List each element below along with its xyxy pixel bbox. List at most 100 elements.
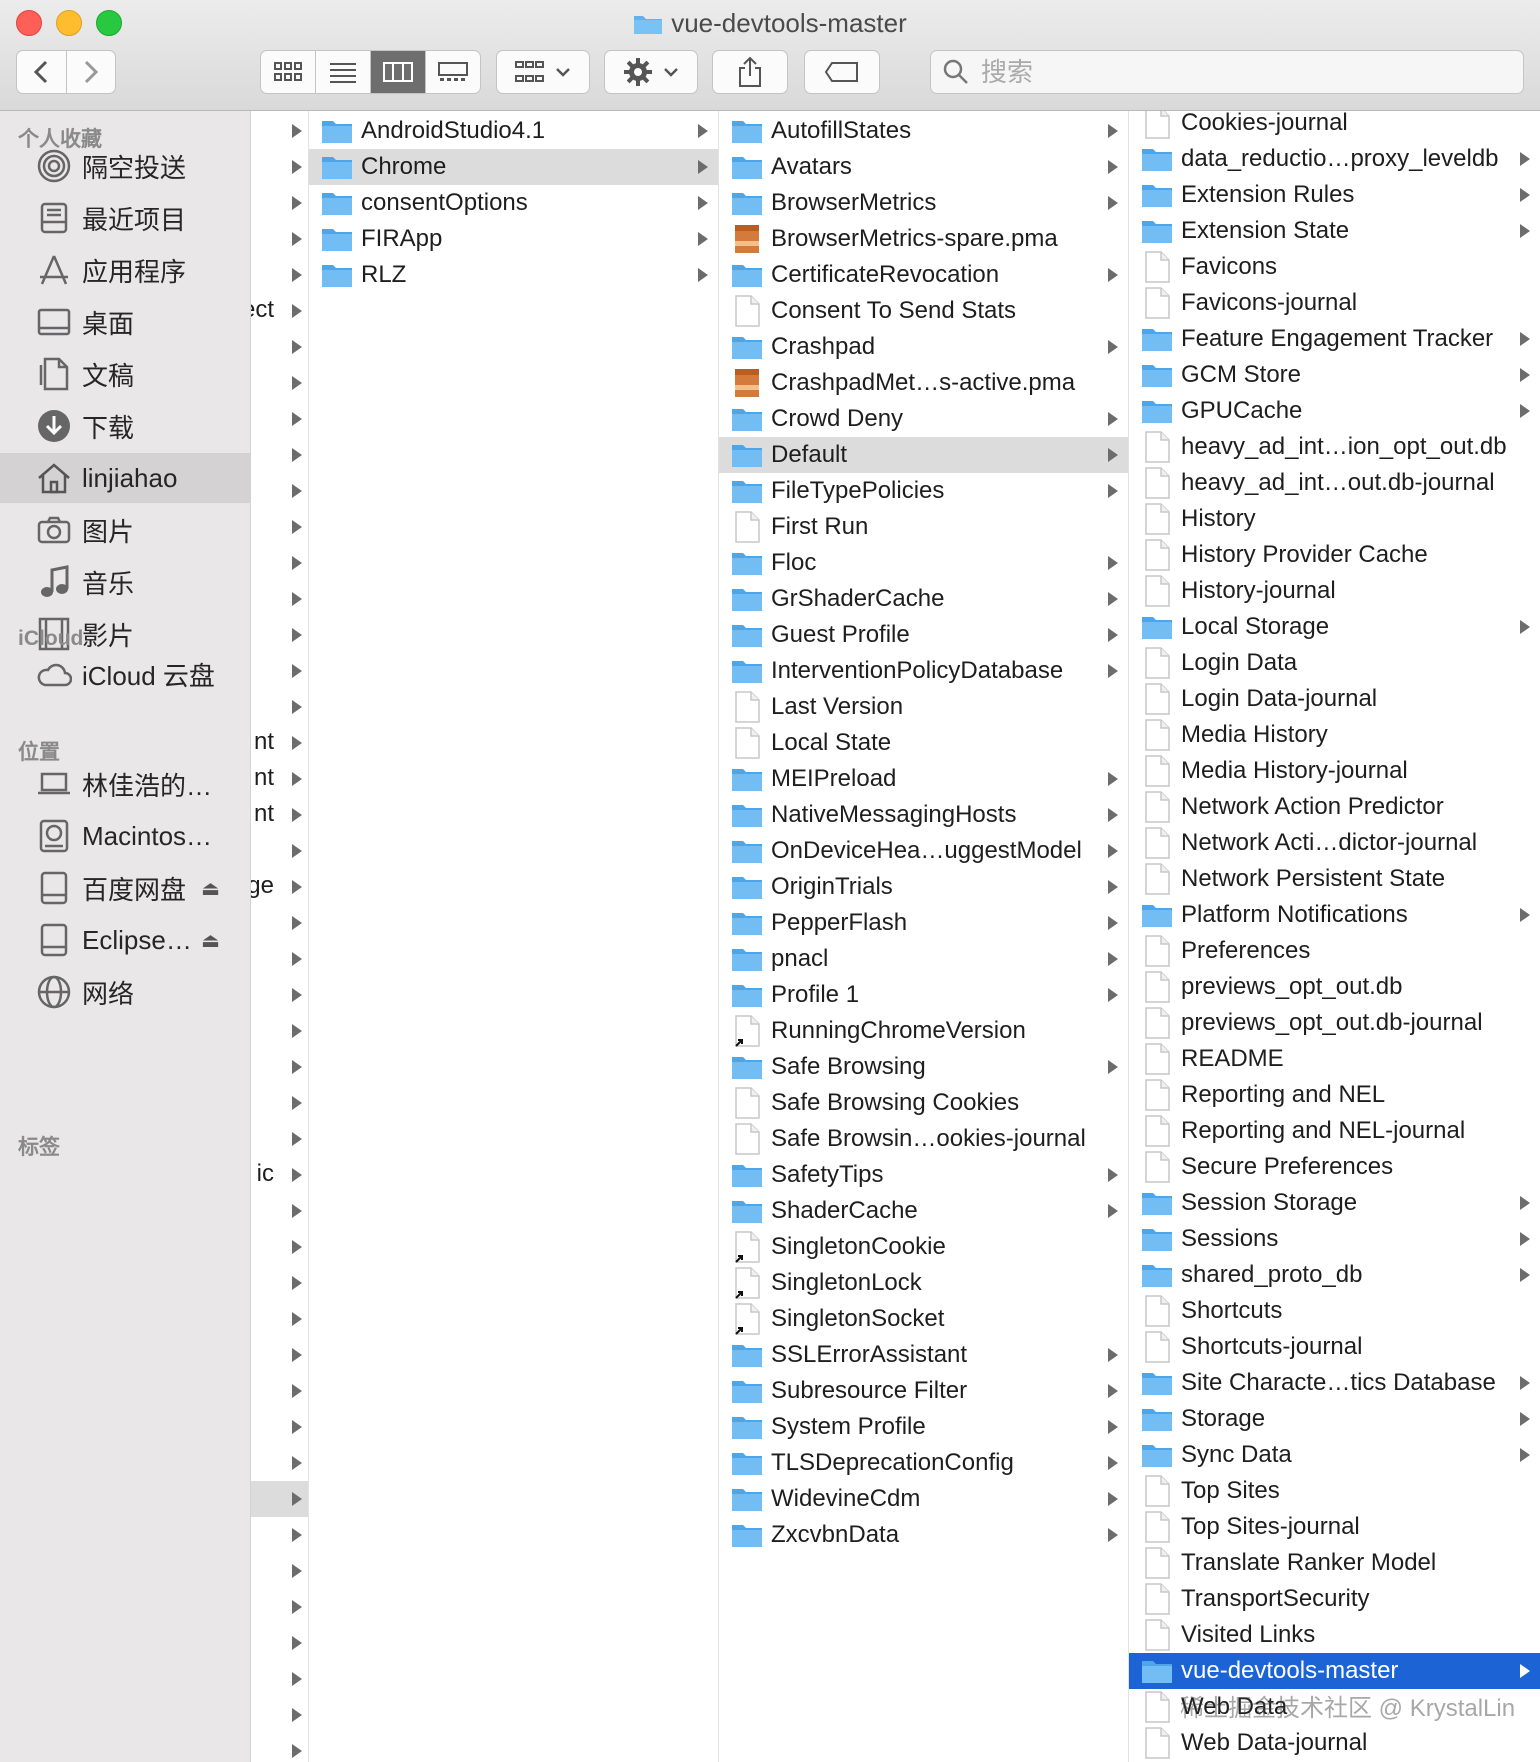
sidebar-item-baidu-disk[interactable]: 百度网盘 ⏏ bbox=[0, 863, 250, 913]
disclosure-arrow-icon[interactable] bbox=[292, 1600, 302, 1614]
disclosure-arrow-icon[interactable] bbox=[292, 304, 302, 318]
column-2[interactable]: AutofillStates Avatars BrowserMetrics Brows… bbox=[719, 111, 1129, 1762]
folder-row[interactable]: pnacl bbox=[719, 941, 1128, 977]
file-row[interactable]: History-journal bbox=[1129, 573, 1540, 609]
file-row[interactable]: Login Data-journal bbox=[1129, 681, 1540, 717]
sidebar-item-home[interactable]: linjiahao bbox=[0, 453, 250, 503]
folder-row[interactable]: BrowserMetrics bbox=[719, 185, 1128, 221]
file-row[interactable]: heavy_ad_int…ion_opt_out.db bbox=[1129, 429, 1540, 465]
disclosure-arrow-icon[interactable] bbox=[292, 1060, 302, 1074]
file-row[interactable]: Reporting and NEL-journal bbox=[1129, 1113, 1540, 1149]
folder-row[interactable]: ShaderCache bbox=[719, 1193, 1128, 1229]
file-row[interactable]: Shortcuts-journal bbox=[1129, 1329, 1540, 1365]
disclosure-arrow-icon[interactable] bbox=[292, 376, 302, 390]
file-row[interactable]: Visited Links bbox=[1129, 1617, 1540, 1653]
disclosure-arrow-icon[interactable] bbox=[292, 1708, 302, 1722]
group-by-button[interactable] bbox=[496, 50, 590, 94]
folder-row[interactable]: Sessions bbox=[1129, 1221, 1540, 1257]
folder-row[interactable]: AutofillStates bbox=[719, 113, 1128, 149]
folder-row[interactable]: Guest Profile bbox=[719, 617, 1128, 653]
sidebar-item-applications[interactable]: 应用程序 bbox=[0, 245, 250, 295]
disclosure-arrow-icon[interactable] bbox=[292, 1672, 302, 1686]
disclosure-arrow-icon[interactable] bbox=[292, 1240, 302, 1254]
column-0[interactable]: ect nt nt nt ge ic bbox=[251, 111, 309, 1762]
folder-row[interactable]: Platform Notifications bbox=[1129, 897, 1540, 933]
disclosure-arrow-icon[interactable] bbox=[292, 1168, 302, 1182]
folder-row[interactable]: Feature Engagement Tracker bbox=[1129, 321, 1540, 357]
file-row[interactable]: Media History bbox=[1129, 717, 1540, 753]
disclosure-arrow-icon[interactable] bbox=[292, 880, 302, 894]
file-row[interactable]: Translate Ranker Model bbox=[1129, 1545, 1540, 1581]
folder-row[interactable]: FIRApp bbox=[309, 221, 718, 257]
list-view-button[interactable] bbox=[316, 51, 371, 93]
disclosure-arrow-icon[interactable] bbox=[292, 1636, 302, 1650]
folder-row[interactable]: GrShaderCache bbox=[719, 581, 1128, 617]
disclosure-arrow-icon[interactable] bbox=[292, 952, 302, 966]
file-row[interactable]: Network Persistent State bbox=[1129, 861, 1540, 897]
file-row[interactable]: Media History-journal bbox=[1129, 753, 1540, 789]
folder-row[interactable]: Extension State bbox=[1129, 213, 1540, 249]
folder-row[interactable]: GCM Store bbox=[1129, 357, 1540, 393]
folder-row[interactable]: OriginTrials bbox=[719, 869, 1128, 905]
disclosure-arrow-icon[interactable] bbox=[292, 1420, 302, 1434]
disclosure-arrow-icon[interactable] bbox=[292, 988, 302, 1002]
disclosure-arrow-icon[interactable] bbox=[292, 1276, 302, 1290]
action-button[interactable] bbox=[604, 50, 698, 94]
disclosure-arrow-icon[interactable] bbox=[292, 1456, 302, 1470]
file-row[interactable]: TransportSecurity bbox=[1129, 1581, 1540, 1617]
disclosure-arrow-icon[interactable] bbox=[292, 592, 302, 606]
disclosure-arrow-icon[interactable] bbox=[292, 1312, 302, 1326]
file-row[interactable]: Network Action Predictor bbox=[1129, 789, 1540, 825]
forward-button[interactable] bbox=[67, 51, 116, 93]
file-row[interactable]: previews_opt_out.db-journal bbox=[1129, 1005, 1540, 1041]
file-row[interactable]: SingletonSocket bbox=[719, 1301, 1128, 1337]
sidebar-item-eclipse[interactable]: Eclipse… ⏏ bbox=[0, 915, 250, 965]
disclosure-arrow-icon[interactable] bbox=[292, 1564, 302, 1578]
disclosure-arrow-icon[interactable] bbox=[292, 1024, 302, 1038]
folder-row[interactable]: RLZ bbox=[309, 257, 718, 293]
folder-row[interactable]: Crowd Deny bbox=[719, 401, 1128, 437]
file-row[interactable]: History Provider Cache bbox=[1129, 537, 1540, 573]
tags-button[interactable] bbox=[804, 50, 880, 94]
disclosure-arrow-icon[interactable] bbox=[292, 628, 302, 642]
folder-row[interactable]: Default bbox=[719, 437, 1128, 473]
disclosure-arrow-icon[interactable] bbox=[292, 1492, 302, 1506]
file-row[interactable]: Login Data bbox=[1129, 645, 1540, 681]
sidebar-item-desktop[interactable]: 桌面 bbox=[0, 297, 250, 347]
folder-row[interactable]: SSLErrorAssistant bbox=[719, 1337, 1128, 1373]
folder-row[interactable]: SafetyTips bbox=[719, 1157, 1128, 1193]
disclosure-arrow-icon[interactable] bbox=[292, 520, 302, 534]
folder-row[interactable]: CertificateRevocation bbox=[719, 257, 1128, 293]
file-row[interactable]: BrowserMetrics-spare.pma bbox=[719, 221, 1128, 257]
disclosure-arrow-icon[interactable] bbox=[292, 1132, 302, 1146]
disclosure-arrow-icon[interactable] bbox=[292, 772, 302, 786]
disclosure-arrow-icon[interactable] bbox=[292, 484, 302, 498]
folder-row[interactable]: NativeMessagingHosts bbox=[719, 797, 1128, 833]
folder-row[interactable]: WidevineCdm bbox=[719, 1481, 1128, 1517]
folder-row[interactable]: Site Characte…tics Database bbox=[1129, 1365, 1540, 1401]
folder-row[interactable]: Session Storage bbox=[1129, 1185, 1540, 1221]
disclosure-arrow-icon[interactable] bbox=[292, 340, 302, 354]
file-row[interactable]: Reporting and NEL bbox=[1129, 1077, 1540, 1113]
file-row[interactable]: History bbox=[1129, 501, 1540, 537]
disclosure-arrow-icon[interactable] bbox=[292, 700, 302, 714]
file-row[interactable]: SingletonCookie bbox=[719, 1229, 1128, 1265]
folder-row[interactable]: GPUCache bbox=[1129, 393, 1540, 429]
disclosure-arrow-icon[interactable] bbox=[292, 196, 302, 210]
folder-row[interactable]: Chrome bbox=[309, 149, 718, 185]
sidebar-item-airdrop[interactable]: 隔空投送 bbox=[0, 141, 250, 191]
folder-row[interactable]: System Profile bbox=[719, 1409, 1128, 1445]
file-row[interactable]: Top Sites bbox=[1129, 1473, 1540, 1509]
disclosure-arrow-icon[interactable] bbox=[292, 412, 302, 426]
eject-icon[interactable]: ⏏ bbox=[201, 876, 220, 901]
folder-row[interactable]: Storage bbox=[1129, 1401, 1540, 1437]
disclosure-arrow-icon[interactable] bbox=[292, 268, 302, 282]
folder-row[interactable]: AndroidStudio4.1 bbox=[309, 113, 718, 149]
disclosure-arrow-icon[interactable] bbox=[292, 1744, 302, 1758]
share-button[interactable] bbox=[712, 50, 788, 94]
folder-row[interactable]: Safe Browsing bbox=[719, 1049, 1128, 1085]
search-field[interactable] bbox=[930, 50, 1524, 94]
disclosure-arrow-icon[interactable] bbox=[292, 556, 302, 570]
file-row[interactable]: Last Version bbox=[719, 689, 1128, 725]
sidebar-item-macintosh-hd[interactable]: Macintos… bbox=[0, 811, 250, 861]
